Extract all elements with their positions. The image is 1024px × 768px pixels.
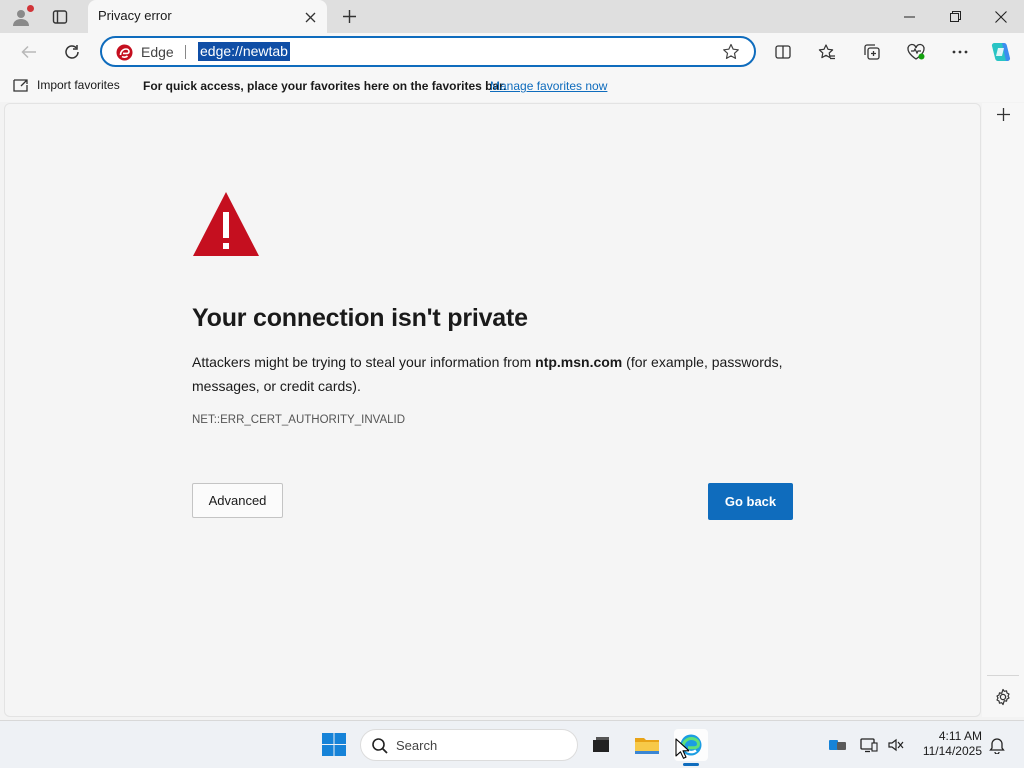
manage-favorites-link[interactable]: Manage favorites now — [490, 79, 607, 93]
mouse-cursor-icon — [675, 738, 689, 759]
error-host: ntp.msn.com — [535, 354, 623, 370]
favorites-bar: Import favorites For quick access, place… — [0, 70, 1024, 102]
new-tab-button[interactable] — [336, 3, 362, 30]
taskbar-search-box[interactable]: Search — [360, 729, 578, 761]
clock-time: 4:11 AM — [938, 729, 982, 743]
close-window-button[interactable] — [978, 0, 1024, 33]
url-input[interactable]: edge://newtab — [198, 42, 290, 61]
volume-muted-icon[interactable] — [886, 735, 906, 755]
tab-actions-icon[interactable] — [44, 3, 76, 30]
collections-icon[interactable] — [857, 37, 887, 67]
address-divider — [185, 45, 186, 59]
notification-dot — [27, 5, 34, 12]
tab-close-icon[interactable] — [301, 8, 319, 26]
active-app-indicator — [683, 763, 699, 766]
sidebar-settings-gear-icon[interactable] — [992, 686, 1014, 708]
site-label: Edge — [141, 44, 174, 60]
search-icon — [372, 738, 388, 754]
import-icon — [13, 79, 28, 92]
go-back-button[interactable]: Go back — [708, 483, 793, 520]
notifications-bell-icon[interactable] — [987, 735, 1007, 755]
clock-date: 11/14/2025 — [922, 744, 982, 758]
favorites-bar-message: For quick access, place your favorites h… — [143, 79, 507, 93]
address-bar[interactable]: Edge edge://newtab — [100, 36, 756, 67]
browser-essentials-icon[interactable] — [901, 37, 931, 67]
sidebar — [982, 103, 1024, 717]
restore-button[interactable] — [932, 0, 978, 33]
error-page: Your connection isn't private Attackers … — [4, 103, 981, 717]
minimize-button[interactable] — [886, 0, 932, 33]
page-title: Your connection isn't private — [192, 304, 528, 332]
system-clock[interactable]: 4:11 AM 11/14/2025 — [910, 729, 982, 759]
search-placeholder: Search — [396, 738, 438, 753]
warning-icon — [193, 192, 259, 256]
more-options-icon[interactable] — [945, 37, 975, 67]
file-explorer-icon[interactable] — [630, 729, 664, 761]
copilot-icon[interactable] — [986, 37, 1016, 67]
display-icon[interactable] — [859, 735, 879, 755]
refresh-icon[interactable] — [57, 37, 87, 67]
error-description-lead: Attackers might be trying to steal your … — [192, 354, 536, 370]
sidebar-add-icon[interactable] — [992, 103, 1014, 125]
browser-toolbar: Edge edge://newtab — [0, 33, 1024, 70]
error-description: Attackers might be trying to steal your … — [192, 350, 802, 398]
title-bar: Privacy error — [0, 0, 1024, 33]
site-info-button[interactable]: Edge — [116, 43, 174, 61]
tab-privacy-error[interactable]: Privacy error — [88, 0, 327, 33]
taskbar: Search 4:11 AM 11/14/2025 — [0, 720, 1024, 768]
task-view-icon[interactable] — [584, 729, 618, 761]
error-code: NET::ERR_CERT_AUTHORITY_INVALID — [192, 414, 406, 426]
add-favorite-star-icon[interactable] — [722, 43, 740, 61]
back-arrow-icon[interactable] — [14, 37, 44, 67]
tray-app-icon[interactable] — [828, 735, 848, 755]
favorites-icon[interactable] — [812, 37, 842, 67]
advanced-button[interactable]: Advanced — [192, 483, 283, 518]
sidebar-divider — [987, 675, 1019, 676]
windows-start-icon[interactable] — [320, 732, 348, 758]
tab-title: Privacy error — [98, 8, 172, 23]
split-screen-icon[interactable] — [768, 37, 798, 67]
edge-warning-icon — [116, 44, 133, 60]
import-favorites-button[interactable]: Import favorites — [12, 77, 120, 93]
import-favorites-label: Import favorites — [37, 78, 120, 92]
